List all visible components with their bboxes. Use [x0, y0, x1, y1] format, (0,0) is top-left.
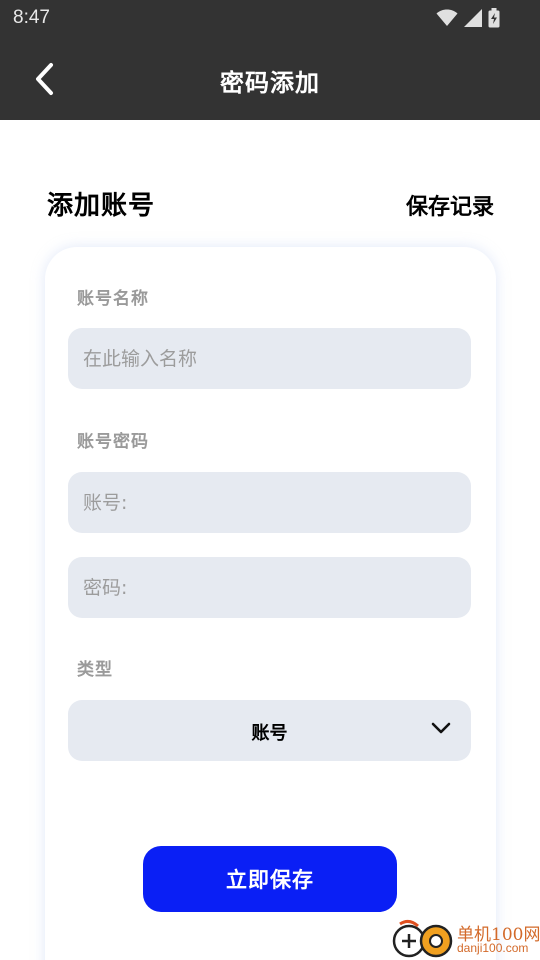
account-password-label: 账号密码 — [77, 432, 149, 452]
type-select-value: 账号 — [251, 723, 288, 744]
password-input[interactable] — [68, 557, 471, 618]
battery-icon — [488, 8, 500, 28]
account-input[interactable] — [68, 472, 471, 533]
watermark: 单机100网 danji100.com — [392, 918, 540, 960]
type-select[interactable]: 账号 — [68, 700, 471, 761]
section-title: 添加账号 — [47, 191, 156, 221]
status-icons — [436, 8, 500, 28]
save-records-link[interactable]: 保存记录 — [406, 189, 494, 221]
watermark-logo — [392, 919, 453, 958]
account-name-input[interactable] — [68, 328, 471, 389]
chevron-down-icon — [431, 722, 451, 734]
app-bar: 密码添加 — [0, 37, 540, 120]
status-time: 8:47 — [13, 7, 50, 28]
wifi-icon — [436, 9, 458, 27]
page-title: 密码添加 — [220, 69, 320, 97]
watermark-url: danji100.com — [457, 941, 529, 955]
save-now-button[interactable]: 立即保存 — [143, 846, 397, 912]
status-bar: 8:47 — [0, 0, 540, 37]
signal-icon — [464, 9, 482, 27]
account-name-label: 账号名称 — [77, 289, 149, 309]
type-label: 类型 — [77, 660, 113, 680]
